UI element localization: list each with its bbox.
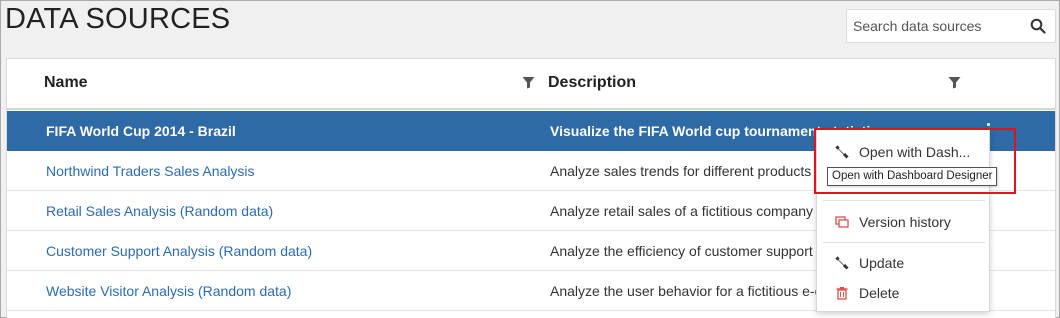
grid-header: Name Description [7,59,1055,110]
menu-item-delete[interactable]: Delete [817,279,989,307]
search-icon[interactable] [1030,18,1046,34]
data-source-description: Analyze the efficiency of customer suppo… [550,243,813,259]
column-header-description[interactable]: Description [548,74,636,92]
menu-divider [823,242,985,243]
data-source-name[interactable]: Customer Support Analysis (Random data) [46,243,312,259]
pencil-icon [835,256,849,270]
data-source-description: Analyze retail sales of a fictitious com… [550,203,814,219]
filter-icon[interactable] [522,76,535,89]
pencil-icon [835,145,849,159]
data-source-name[interactable]: Retail Sales Analysis (Random data) [46,203,273,219]
app-frame: DATA SOURCES Name Description FIFA World… [0,0,1060,318]
search-input[interactable] [847,18,1022,34]
menu-item-update[interactable]: Update [817,249,989,277]
context-menu: Open with Dash... Version history Update [816,129,990,312]
page-title: DATA SOURCES [5,3,231,35]
trash-icon [836,287,848,300]
menu-item-label: Update [859,255,905,271]
menu-item-version-history[interactable]: Version history [817,208,989,236]
tooltip: Open with Dashboard Designer [827,167,998,186]
data-source-name[interactable]: Northwind Traders Sales Analysis [46,163,255,179]
data-source-name[interactable]: FIFA World Cup 2014 - Brazil [46,123,236,139]
column-header-name[interactable]: Name [44,74,88,92]
data-source-name[interactable]: Website Visitor Analysis (Random data) [46,283,291,299]
menu-item-label: Open with Dash... [859,144,971,160]
data-source-description: Analyze sales trends for different produ… [550,163,812,179]
menu-divider [823,200,985,201]
menu-item-open-with[interactable]: Open with Dash... [817,138,989,166]
search-box[interactable] [846,9,1056,43]
menu-item-label: Delete [859,285,900,301]
filter-icon[interactable] [948,76,961,89]
menu-item-label: Version history [859,214,951,230]
version-history-icon [835,216,849,228]
